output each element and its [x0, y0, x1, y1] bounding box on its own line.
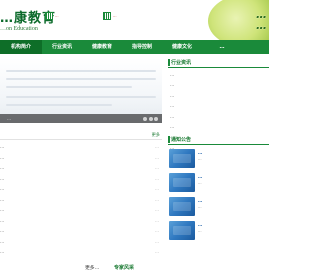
news-slider[interactable]: …	[0, 58, 162, 123]
list-item-title: …	[0, 186, 5, 191]
announcement-item[interactable]: … …	[168, 172, 269, 194]
left-list-header: 更多	[0, 131, 162, 140]
slide-text-line	[6, 96, 156, 98]
hotline-link-1[interactable]: …	[45, 11, 59, 20]
list-item-title: …	[0, 154, 5, 160]
banner-slogan: … …	[256, 9, 267, 31]
more-pager-link[interactable]: 更多…	[85, 264, 99, 271]
list-item-date: …	[154, 175, 159, 181]
nav-item-guidance[interactable]: 指导控制	[122, 40, 162, 54]
list-item-date: …	[154, 238, 159, 244]
hotline-label-2: …	[112, 13, 117, 18]
left-news-list: …… …… …… …… …… …… …… …… …… …… ……	[0, 142, 162, 258]
announcement-title[interactable]: …	[198, 150, 268, 156]
list-item-title: …	[0, 144, 5, 149]
list-item-title: …	[0, 228, 5, 233]
list-item-date: …	[154, 217, 159, 223]
announcement-description: …	[198, 180, 202, 185]
slide-dot[interactable]	[143, 117, 147, 121]
slide-text-line	[6, 104, 112, 106]
list-item-title: …	[0, 207, 5, 212]
site-header: …康教育 …on Education … … … …	[0, 0, 269, 40]
announcement-title[interactable]: …	[198, 174, 268, 180]
announcement-item[interactable]: … …	[168, 148, 269, 170]
list-item[interactable]: ……	[0, 174, 162, 185]
list-item-title: …	[0, 238, 5, 244]
section-marker	[168, 59, 170, 66]
banner-slogan-line-2: …	[256, 19, 267, 32]
announcement-description: …	[198, 156, 202, 161]
industry-news-item[interactable]: …	[168, 112, 269, 122]
slide-dot[interactable]	[154, 117, 158, 121]
list-item[interactable]: ……	[0, 216, 162, 227]
main-nav: 机构简介 行业资讯 健康教育 指导控制 健康文化 …	[0, 40, 269, 54]
announcements-header: 通知公告	[168, 135, 269, 145]
experts-section-title[interactable]: 专家风采	[114, 264, 134, 271]
industry-news-item[interactable]: …	[168, 80, 269, 90]
announcement-thumbnail[interactable]	[169, 197, 195, 216]
list-item[interactable]: ……	[0, 237, 162, 248]
slide-text-line	[6, 70, 156, 72]
nav-item-education[interactable]: 健康教育	[82, 40, 122, 54]
section-marker	[168, 136, 170, 143]
list-item[interactable]: ……	[0, 153, 162, 164]
industry-news-title[interactable]: 行业资讯	[171, 59, 191, 66]
list-item-title: …	[0, 249, 5, 254]
announcement-item[interactable]: … …	[168, 196, 269, 218]
industry-news-item[interactable]: …	[168, 70, 269, 80]
list-item-title: …	[0, 196, 5, 202]
announcement-description: …	[198, 228, 202, 233]
list-item-date: …	[154, 165, 159, 170]
list-item[interactable]: ……	[0, 205, 162, 216]
slide-text-line	[6, 78, 156, 80]
list-item-date: …	[154, 144, 159, 149]
industry-news-item[interactable]: …	[168, 91, 269, 101]
announcement-title[interactable]: …	[198, 198, 268, 204]
announcement-thumbnail[interactable]	[169, 173, 195, 192]
announcement-thumbnail[interactable]	[169, 221, 195, 240]
industry-news-header: 行业资讯	[168, 58, 269, 68]
list-item[interactable]: ……	[0, 163, 162, 174]
announcement-title[interactable]: …	[198, 222, 268, 228]
announcement-thumbnail[interactable]	[169, 149, 195, 168]
list-item-title: …	[0, 165, 5, 170]
nav-item-home[interactable]: 机构简介	[0, 40, 42, 54]
hotline-label-1: …	[54, 13, 59, 18]
nav-item-news[interactable]: 行业资讯	[42, 40, 82, 54]
list-item[interactable]: ……	[0, 142, 162, 153]
industry-news-item[interactable]: …	[168, 101, 269, 111]
announcement-item[interactable]: … …	[168, 220, 269, 242]
announcement-description: …	[198, 204, 202, 209]
list-item[interactable]: ……	[0, 195, 162, 206]
slide-pagination	[143, 117, 158, 121]
hotline-link-2[interactable]: …	[103, 11, 117, 20]
list-item[interactable]: ……	[0, 184, 162, 195]
site-logo-subtitle: …on Education	[0, 26, 38, 32]
list-item[interactable]: ……	[0, 226, 162, 237]
list-item-title: …	[0, 175, 5, 181]
industry-news-item[interactable]: …	[168, 122, 269, 132]
list-item-date: …	[154, 228, 159, 233]
slide-caption[interactable]: …	[0, 114, 162, 123]
announcements-title[interactable]: 通知公告	[171, 136, 191, 143]
header-banner: … …	[196, 0, 269, 40]
qr-code-icon	[45, 11, 53, 20]
list-item-date: …	[154, 249, 159, 254]
list-item-date: …	[154, 196, 159, 202]
list-item-title: …	[0, 217, 5, 223]
nav-item-culture[interactable]: 健康文化	[162, 40, 202, 54]
qr-code-icon	[103, 11, 111, 20]
list-item[interactable]: ……	[0, 247, 162, 258]
nav-item-extra[interactable]: …	[202, 40, 242, 54]
list-item-date: …	[154, 154, 159, 160]
list-item-date: …	[154, 207, 159, 212]
slide-text-line	[6, 86, 132, 88]
slide-dot[interactable]	[148, 117, 153, 121]
more-link[interactable]: 更多	[152, 132, 160, 138]
list-item-date: …	[154, 186, 159, 191]
